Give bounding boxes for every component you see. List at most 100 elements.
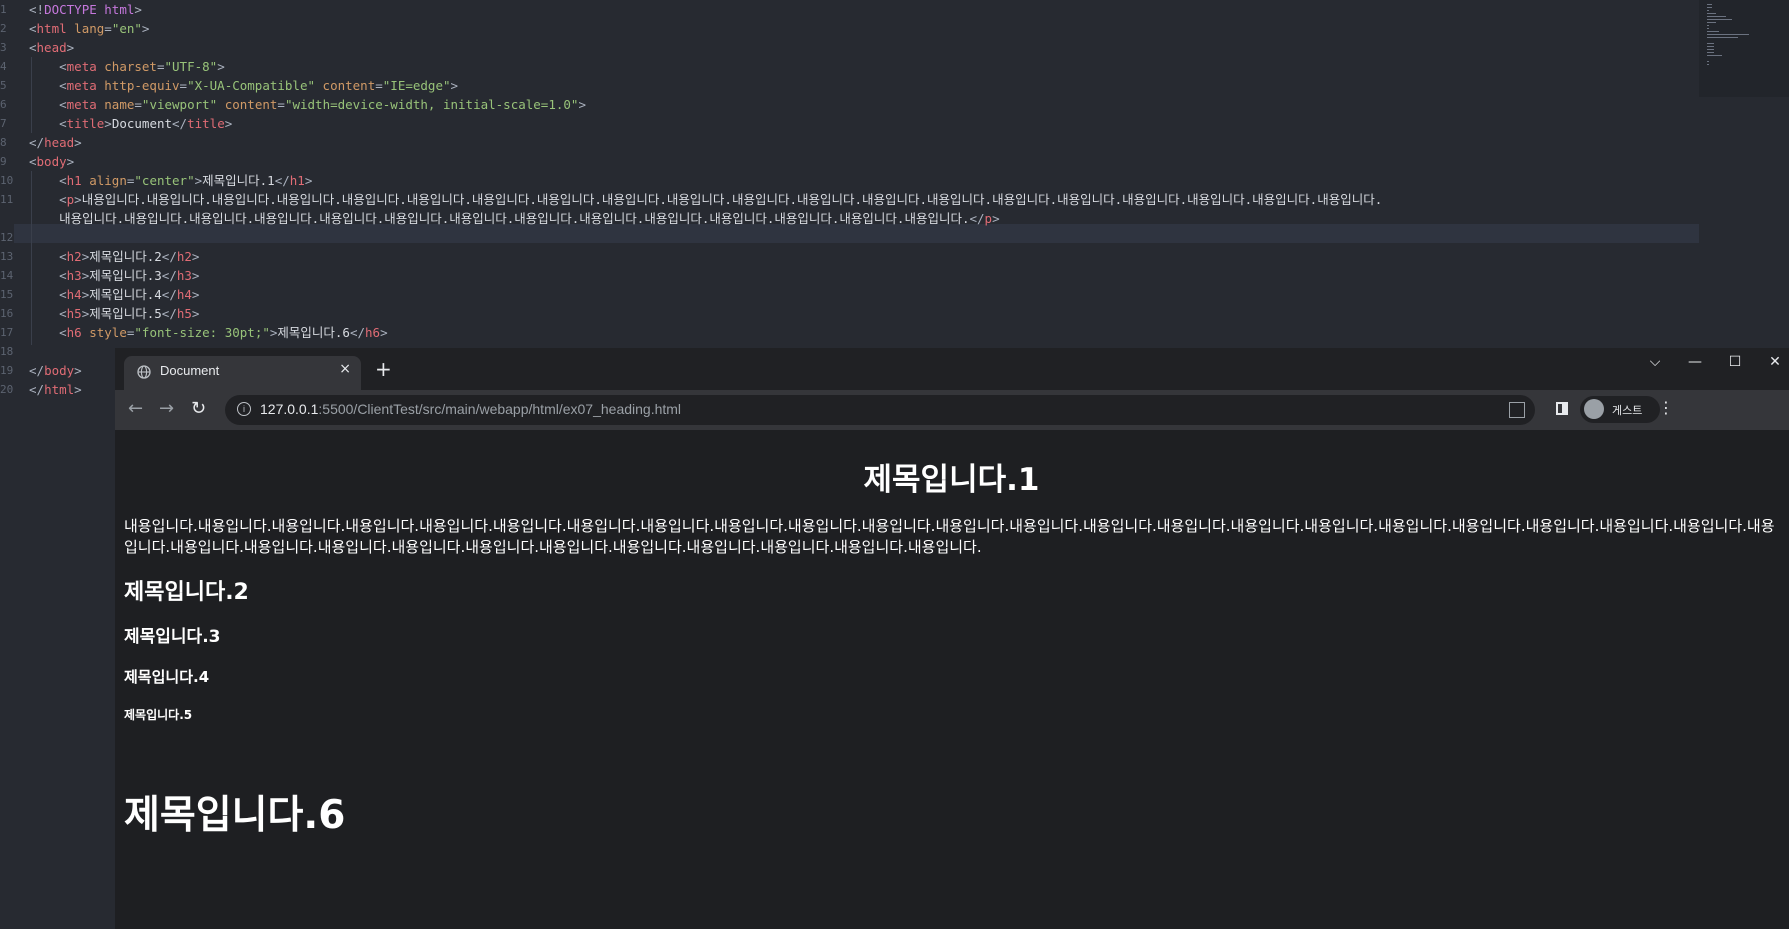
code-token: = [277, 97, 285, 112]
tab-document[interactable]: Document × [124, 356, 361, 390]
page-viewport[interactable]: 제목입니다.1 내용입니다.내용입니다.내용입니다.내용입니다.내용입니다.내용… [115, 430, 1789, 929]
forward-button[interactable]: → [159, 399, 174, 419]
code-token: < [29, 325, 67, 340]
code-token: < [29, 59, 67, 74]
code-line[interactable]: <meta name="viewport" content="width=dev… [29, 95, 586, 114]
code-token: </ [161, 268, 177, 283]
code-token: Document [111, 116, 173, 131]
code-line[interactable]: <body> [29, 152, 74, 171]
code-token: < [29, 249, 67, 264]
code-token: title [187, 116, 225, 131]
profile-button[interactable]: 게스트 [1580, 396, 1660, 423]
code-token: </ [161, 249, 177, 264]
code-line[interactable]: </html> [29, 380, 82, 399]
line-number: 1 [0, 3, 7, 16]
code-token: = [156, 59, 165, 74]
qr-code-icon[interactable] [1509, 402, 1525, 418]
code-token: </ [161, 287, 177, 302]
code-token: > [304, 173, 313, 188]
code-token: > [992, 211, 1000, 226]
code-token: > [224, 116, 233, 131]
code-line[interactable]: <h6 style="font-size: 30pt;">제목입니다.6</h6… [29, 323, 388, 342]
code-token: </ [172, 116, 188, 131]
code-token: head [36, 40, 67, 55]
code-line[interactable]: 내용입니다.내용입니다.내용입니다.내용입니다.내용입니다.내용입니다.내용입니… [29, 209, 1000, 228]
code-token: h4 [66, 287, 82, 302]
code-token: </ [274, 173, 290, 188]
line-gutter: 1 2 3 4 5 6 7 8 9 10 11 12 13 14 15 16 17 18 19 20 [0, 0, 14, 929]
code-token: style [89, 325, 127, 340]
heading-4: 제목입니다.4 [124, 668, 210, 686]
reload-button[interactable]: ↻ [191, 399, 206, 419]
code-line[interactable]: <h3>제목입니다.3</h3> [29, 266, 199, 285]
code-token: "font-size: 30pt;" [134, 325, 270, 340]
address-bar[interactable]: i 127.0.0.1:5500/ClientTest/src/main/web… [225, 395, 1535, 425]
code-token: < [29, 40, 37, 55]
tab-close-icon[interactable]: × [339, 361, 351, 377]
line-number: 11 [0, 193, 14, 206]
tab-strip: Document × + ⌵ — ☐ ✕ [115, 348, 1789, 390]
code-line[interactable]: <title>Document</title> [29, 114, 232, 133]
avatar-icon [1584, 399, 1604, 419]
minimap-line [1707, 49, 1714, 50]
code-token: 제목입니다.5 [89, 306, 162, 321]
code-line[interactable]: <h5>제목입니다.5</h5> [29, 304, 199, 323]
code-token: > [104, 116, 112, 131]
code-line[interactable]: <html lang="en"> [29, 19, 149, 38]
minimap[interactable] [1699, 0, 1789, 97]
line-number: 13 [0, 250, 14, 263]
code-token: "en" [111, 21, 142, 36]
code-line[interactable]: </body> [29, 361, 82, 380]
tab-search-icon[interactable]: ⌵ [1640, 354, 1670, 370]
code-line[interactable]: <meta http-equiv="X-UA-Compatible" conte… [29, 76, 458, 95]
code-token: DOCTYPE [44, 2, 97, 17]
code-token: </ [29, 382, 45, 397]
line-number: 2 [0, 22, 7, 35]
code-token: > [191, 306, 200, 321]
code-token: = [104, 21, 112, 36]
minimap-line [1707, 19, 1732, 20]
code-line[interactable]: <meta charset="UTF-8"> [29, 57, 225, 76]
code-token: < [29, 192, 67, 207]
code-line[interactable]: </head> [29, 133, 82, 152]
line-number: 4 [0, 60, 7, 73]
code-token: > [217, 59, 225, 74]
code-token: < [29, 173, 67, 188]
maximize-button[interactable]: ☐ [1720, 354, 1750, 370]
site-info-icon[interactable]: i [237, 402, 251, 416]
code-token: <! [29, 2, 45, 17]
code-token: > [191, 249, 200, 264]
code-line[interactable]: <head> [29, 38, 74, 57]
code-line[interactable]: <p>내용입니다.내용입니다.내용입니다.내용입니다.내용입니다.내용입니다.내… [29, 190, 1382, 209]
side-panel-icon[interactable] [1556, 402, 1568, 415]
paragraph: 내용입니다.내용입니다.내용입니다.내용입니다.내용입니다.내용입니다.내용입니… [124, 517, 1775, 556]
code-token: </ [349, 325, 366, 340]
code-token: 제목입니다.3 [89, 268, 162, 283]
url-text[interactable]: 127.0.0.1:5500/ClientTest/src/main/webap… [260, 401, 681, 417]
code-line[interactable]: <h1 align="center">제목입니다.1</h1> [29, 171, 312, 190]
code-token: h3 [66, 268, 82, 283]
code-token: > [74, 192, 82, 207]
minimap-line [1707, 13, 1716, 14]
new-tab-button[interactable]: + [375, 359, 392, 379]
code-token: "IE=edge" [382, 78, 451, 93]
code-line[interactable]: <h4>제목입니다.4</h4> [29, 285, 199, 304]
code-token: p [984, 211, 993, 226]
code-token: meta [66, 78, 97, 93]
minimap-line [1707, 28, 1709, 29]
more-menu-icon[interactable]: ⋮ [1658, 398, 1674, 417]
code-line[interactable]: <h2>제목입니다.2</h2> [29, 247, 199, 266]
code-token: 내용입니다.내용입니다.내용입니다.내용입니다.내용입니다.내용입니다.내용입니… [29, 211, 970, 226]
back-button[interactable]: ← [128, 399, 143, 419]
code-token: 내용입니다.내용입니다.내용입니다.내용입니다.내용입니다.내용입니다.내용입니… [81, 192, 1383, 207]
code-line[interactable]: <!DOCTYPE html> [29, 0, 142, 19]
indent-guide [31, 57, 32, 133]
minimize-button[interactable]: — [1680, 354, 1710, 370]
code-token: < [29, 78, 67, 93]
minimap-line [1707, 46, 1714, 47]
line-number: 15 [0, 288, 14, 301]
heading-6: 제목입니다.6 [124, 793, 346, 838]
close-window-button[interactable]: ✕ [1760, 354, 1789, 370]
